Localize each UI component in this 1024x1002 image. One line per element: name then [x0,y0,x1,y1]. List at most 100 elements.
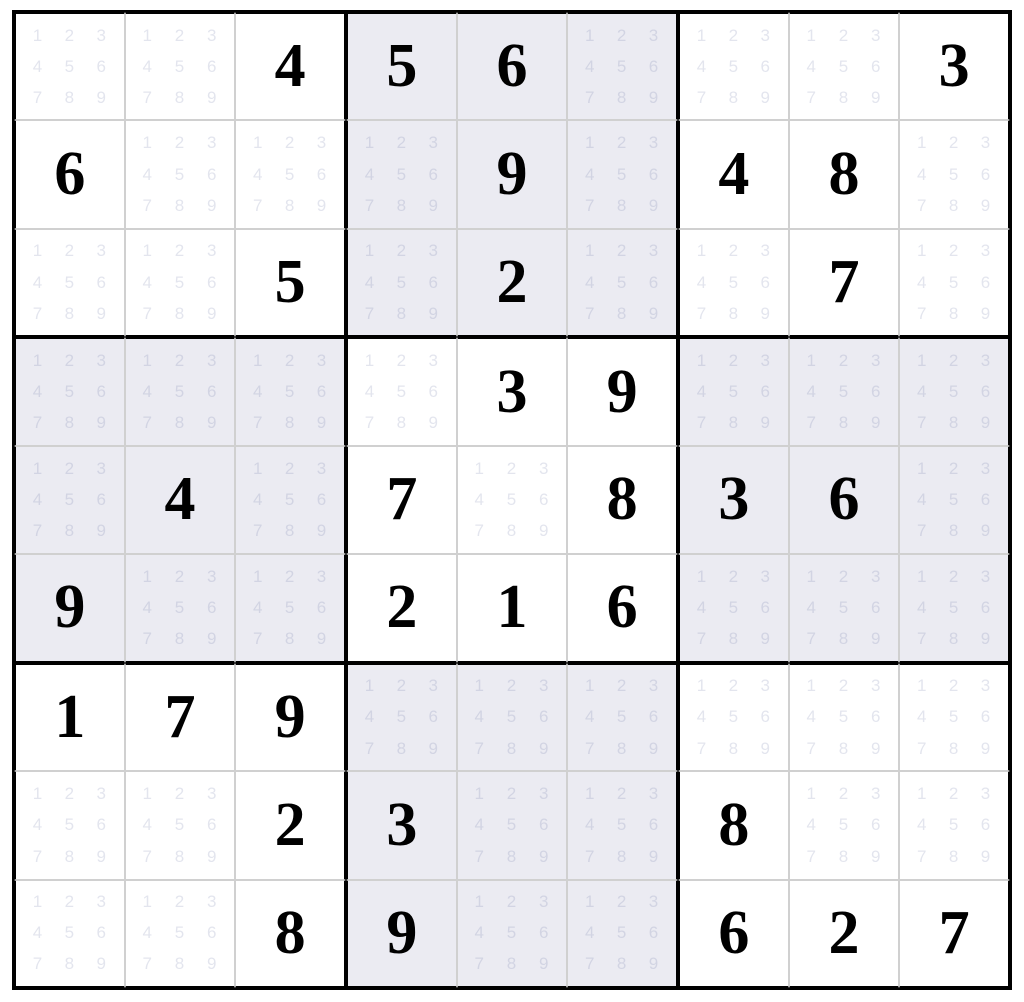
cell-r1-c9[interactable]: 3 [899,12,1010,120]
cell-r2-c4[interactable]: 123456789 [346,120,457,228]
cell-r5-c3[interactable]: 123456789 [235,446,346,554]
cell-r5-c7[interactable]: 3 [678,446,789,554]
pencil-9: 9 [306,190,338,221]
cell-r9-c4[interactable]: 9 [346,880,457,988]
cell-r7-c5[interactable]: 123456789 [457,663,568,771]
pencil-1: 1 [686,236,718,267]
cell-r4-c7[interactable]: 123456789 [678,337,789,445]
cell-r2-c1[interactable]: 6 [14,120,125,228]
cell-r4-c6[interactable]: 9 [567,337,678,445]
cell-r4-c9[interactable]: 123456789 [899,337,1010,445]
cell-r2-c9[interactable]: 123456789 [899,120,1010,228]
cell-r1-c2[interactable]: 123456789 [125,12,236,120]
pencil-6: 6 [528,702,560,733]
cell-r4-c1[interactable]: 123456789 [14,337,125,445]
cell-r2-c6[interactable]: 123456789 [567,120,678,228]
pencil-1: 1 [906,236,938,267]
cell-r8-c5[interactable]: 123456789 [457,771,568,879]
cell-r5-c8[interactable]: 6 [789,446,900,554]
cell-r3-c3[interactable]: 5 [235,229,346,337]
pencil-3: 3 [638,127,670,158]
cell-r1-c6[interactable]: 123456789 [567,12,678,120]
cell-r8-c9[interactable]: 123456789 [899,771,1010,879]
cell-r5-c2[interactable]: 4 [125,446,236,554]
cell-r7-c1[interactable]: 1 [14,663,125,771]
cell-r2-c2[interactable]: 123456789 [125,120,236,228]
cell-r4-c2[interactable]: 123456789 [125,337,236,445]
cell-r8-c7[interactable]: 8 [678,771,789,879]
cell-r1-c8[interactable]: 123456789 [789,12,900,120]
cell-r8-c8[interactable]: 123456789 [789,771,900,879]
pencil-5: 5 [606,918,638,949]
pencil-9: 9 [306,516,338,547]
pencil-2: 2 [386,671,418,702]
pencil-9: 9 [970,841,1002,872]
cell-r9-c9[interactable]: 7 [899,880,1010,988]
pencil-3: 3 [750,345,782,376]
cell-r6-c5[interactable]: 1 [457,554,568,662]
cell-r9-c3[interactable]: 8 [235,880,346,988]
cell-r2-c7[interactable]: 4 [678,120,789,228]
cell-r5-c6[interactable]: 8 [567,446,678,554]
cell-r7-c4[interactable]: 123456789 [346,663,457,771]
pencil-2: 2 [606,127,638,158]
pencil-1: 1 [906,561,938,592]
cell-r3-c1[interactable]: 123456789 [14,229,125,337]
cell-r3-c9[interactable]: 123456789 [899,229,1010,337]
cell-r7-c2[interactable]: 7 [125,663,236,771]
cell-r5-c4[interactable]: 7 [346,446,457,554]
cell-r9-c5[interactable]: 123456789 [457,880,568,988]
cell-r9-c7[interactable]: 6 [678,880,789,988]
cell-r7-c8[interactable]: 123456789 [789,663,900,771]
pencil-6: 6 [638,267,670,298]
cell-r6-c9[interactable]: 123456789 [899,554,1010,662]
cell-r3-c6[interactable]: 123456789 [567,229,678,337]
cell-r5-c5[interactable]: 123456789 [457,446,568,554]
pencil-8: 8 [938,733,970,764]
cell-r2-c8[interactable]: 8 [789,120,900,228]
cell-r7-c3[interactable]: 9 [235,663,346,771]
cell-r6-c8[interactable]: 123456789 [789,554,900,662]
cell-r4-c8[interactable]: 123456789 [789,337,900,445]
cell-r6-c6[interactable]: 6 [567,554,678,662]
cell-r9-c2[interactable]: 123456789 [125,880,236,988]
cell-r4-c5[interactable]: 3 [457,337,568,445]
cell-r8-c2[interactable]: 123456789 [125,771,236,879]
cell-r3-c8[interactable]: 7 [789,229,900,337]
cell-r4-c4[interactable]: 123456789 [346,337,457,445]
cell-r3-c4[interactable]: 123456789 [346,229,457,337]
cell-r6-c7[interactable]: 123456789 [678,554,789,662]
cell-r6-c1[interactable]: 9 [14,554,125,662]
cell-r2-c3[interactable]: 123456789 [235,120,346,228]
cell-r9-c8[interactable]: 2 [789,880,900,988]
cell-r3-c5[interactable]: 2 [457,229,568,337]
cell-r8-c4[interactable]: 3 [346,771,457,879]
cell-r8-c3[interactable]: 2 [235,771,346,879]
cell-r2-c5[interactable]: 9 [457,120,568,228]
cell-r1-c3[interactable]: 4 [235,12,346,120]
cell-r7-c9[interactable]: 123456789 [899,663,1010,771]
cell-r1-c5[interactable]: 6 [457,12,568,120]
pencil-1: 1 [574,887,606,918]
pencil-4: 4 [796,592,828,623]
cell-r5-c1[interactable]: 123456789 [14,446,125,554]
pencil-6: 6 [970,484,1002,515]
cell-r6-c2[interactable]: 123456789 [125,554,236,662]
cell-r6-c3[interactable]: 123456789 [235,554,346,662]
cell-r6-c4[interactable]: 2 [346,554,457,662]
cell-r9-c1[interactable]: 123456789 [14,880,125,988]
cell-r9-c6[interactable]: 123456789 [567,880,678,988]
cell-r5-c9[interactable]: 123456789 [899,446,1010,554]
pencil-4: 4 [132,376,164,407]
cell-r4-c3[interactable]: 123456789 [235,337,346,445]
cell-r1-c7[interactable]: 123456789 [678,12,789,120]
cell-r3-c7[interactable]: 123456789 [678,229,789,337]
pencil-1: 1 [686,671,718,702]
cell-r3-c2[interactable]: 123456789 [125,229,236,337]
cell-r1-c1[interactable]: 123456789 [14,12,125,120]
cell-r7-c6[interactable]: 123456789 [567,663,678,771]
cell-r1-c4[interactable]: 5 [346,12,457,120]
cell-r7-c7[interactable]: 123456789 [678,663,789,771]
cell-r8-c1[interactable]: 123456789 [14,771,125,879]
cell-r8-c6[interactable]: 123456789 [567,771,678,879]
